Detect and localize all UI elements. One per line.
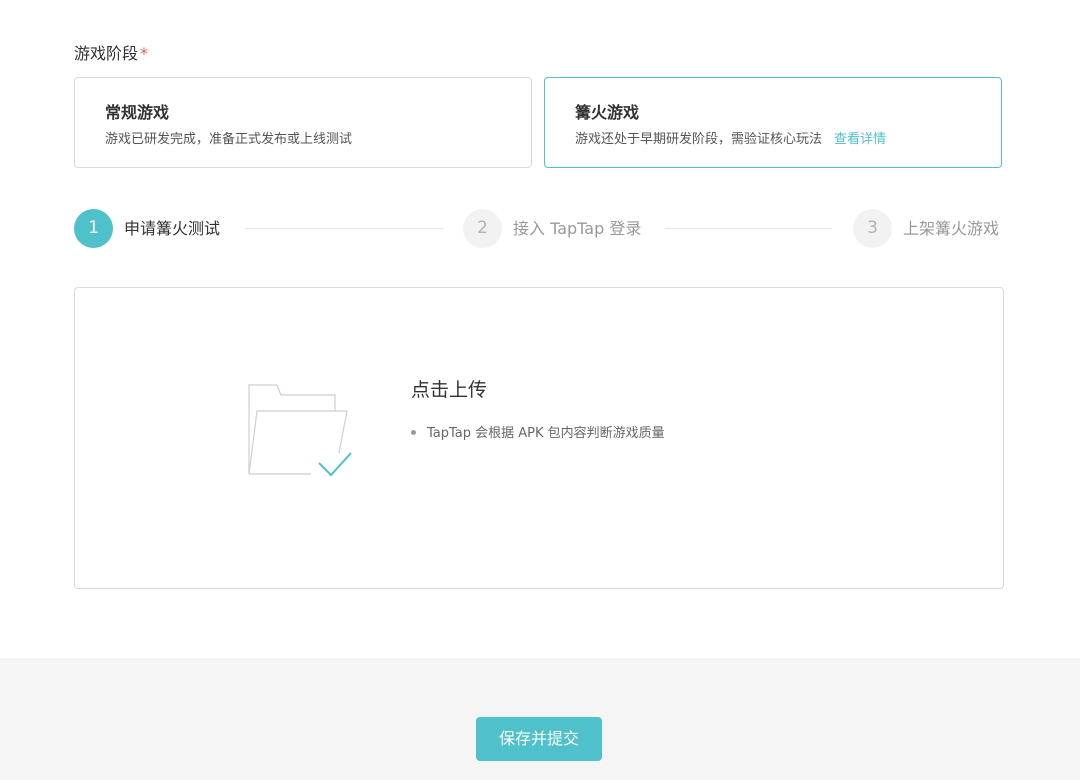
upload-hint: TapTap 会根据 APK 包内容判断游戏质量 — [411, 425, 665, 443]
step-3-circle: 3 — [853, 209, 892, 248]
apk-upload-area[interactable]: 点击上传 TapTap 会根据 APK 包内容判断游戏质量 — [74, 287, 1004, 589]
step-1-circle: 1 — [74, 209, 113, 248]
step-connector-2 — [665, 228, 832, 229]
upload-hint-text: TapTap 会根据 APK 包内容判断游戏质量 — [427, 426, 665, 441]
steps-indicator: 1 申请篝火测试 2 接入 TapTap 登录 3 上架篝火游戏 — [74, 209, 1004, 249]
option-title-regular-game: 常规游戏 — [105, 103, 170, 122]
save-and-submit-button[interactable]: 保存并提交 — [476, 717, 602, 761]
option-card-regular-game[interactable]: 常规游戏 游戏已研发完成，准备正式发布或上线测试 — [74, 77, 532, 168]
step-3-label: 上架篝火游戏 — [903, 219, 1000, 238]
view-details-link[interactable]: 查看详情 — [834, 132, 886, 147]
game-stage-label: 游戏阶段 * — [74, 43, 148, 65]
option-title-bonfire-game: 篝火游戏 — [575, 103, 640, 122]
footer-bar: 保存并提交 — [0, 658, 1080, 780]
game-stage-label-text: 游戏阶段 — [74, 44, 139, 63]
required-mark: * — [140, 44, 149, 63]
step-connector-1 — [245, 228, 444, 229]
option-desc-regular-game: 游戏已研发完成，准备正式发布或上线测试 — [105, 132, 353, 147]
step-1-label: 申请篝火测试 — [124, 219, 221, 238]
option-desc-bonfire-game-text: 游戏还处于早期研发阶段，需验证核心玩法 — [575, 132, 823, 147]
upload-title: 点击上传 — [411, 379, 488, 401]
bullet-dot — [411, 430, 416, 435]
option-card-bonfire-game[interactable]: 篝火游戏 游戏还处于早期研发阶段，需验证核心玩法 查看详情 — [544, 77, 1002, 168]
step-2-circle: 2 — [463, 209, 502, 248]
step-2-label: 接入 TapTap 登录 — [513, 219, 642, 238]
folder-check-icon — [248, 384, 352, 477]
option-desc-bonfire-game: 游戏还处于早期研发阶段，需验证核心玩法 查看详情 — [575, 131, 886, 149]
